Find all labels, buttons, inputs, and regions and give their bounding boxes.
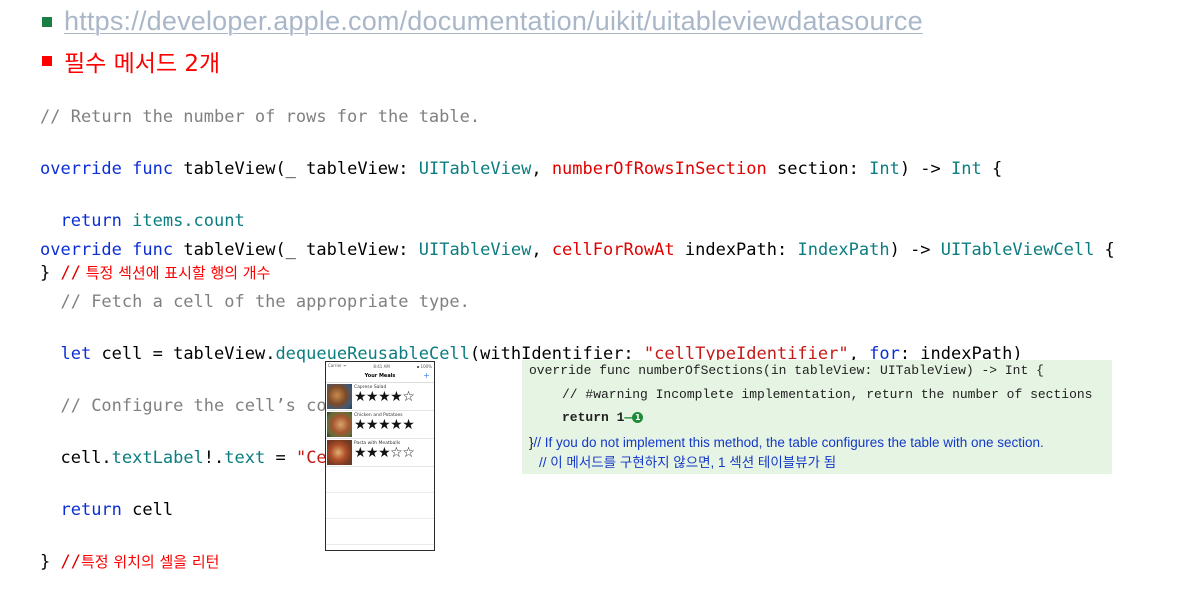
subtitle-row: 필수 메서드 2개 — [42, 44, 220, 78]
code-text: cell. — [60, 448, 112, 468]
green-bullet-icon — [42, 16, 52, 27]
panel-note-korean: // 이 메서드를 구현하지 않으면, 1 섹션 테이블뷰가 됨 — [539, 455, 837, 470]
empty-row — [326, 493, 434, 519]
code-text: indexPath: — [674, 240, 798, 260]
code-text: , — [531, 240, 552, 260]
code-type: UITableView — [418, 240, 532, 260]
code-text: = — [265, 448, 296, 468]
code-keyword: func — [132, 159, 174, 179]
code-text: ) -> — [899, 159, 952, 179]
documentation-link[interactable]: https://developer.apple.com/documentatio… — [64, 6, 923, 37]
panel-return-value: 1 — [608, 410, 625, 425]
code-keyword: override — [40, 159, 122, 179]
code-line: return cell — [40, 497, 1115, 523]
korean-note: 특정 위치의 셀을 리턴 — [80, 553, 220, 571]
status-bar: Carrier ᯤ 8:41 AM ▪ 100% — [326, 362, 434, 370]
code-comment-slashes: // — [50, 552, 81, 572]
code-parameter: numberOfRowsInSection — [551, 159, 767, 179]
add-icon[interactable]: + — [423, 370, 430, 382]
panel-dash: — — [624, 410, 633, 425]
code-keyword: override — [40, 240, 122, 260]
code-keyword: func — [132, 240, 174, 260]
empty-row — [326, 467, 434, 493]
reference-link-row: https://developer.apple.com/documentatio… — [42, 6, 923, 37]
code-text: { — [981, 159, 1003, 179]
code-type: Int — [869, 159, 900, 179]
code-comment: // Return the number of rows for the tab… — [40, 107, 481, 127]
code-property: textLabel — [111, 448, 204, 468]
panel-note-english: }// If you do not implement this method,… — [529, 435, 1044, 450]
clock-label: 8:41 AM — [373, 363, 390, 369]
code-type: IndexPath — [797, 240, 890, 260]
callout-marker-icon: 1 — [632, 412, 644, 423]
code-text: cell = tableView. — [91, 344, 276, 364]
panel-code-comment: // #warning Incomplete implementation, r… — [562, 387, 1093, 402]
code-text: section: — [766, 159, 870, 179]
list-item[interactable]: Caprese Salad ★★★★☆ — [326, 383, 434, 411]
number-of-sections-panel: override func numberOfSections(in tableV… — [522, 360, 1112, 474]
code-comment: // Fetch a cell of the appropriate type. — [60, 292, 470, 312]
panel-code-return: return 1— 1 — [562, 410, 644, 425]
code-brace: } — [40, 552, 51, 572]
code-line: } //특정 위치의 셀을 리턴 — [40, 549, 1115, 575]
code-text: { — [1094, 240, 1115, 260]
code-line: // Return the number of rows for the tab… — [40, 104, 1002, 130]
panel-code-signature: override func numberOfSections(in tableV… — [529, 363, 1044, 378]
code-text: !. — [203, 448, 225, 468]
meal-photo — [327, 412, 352, 437]
code-type: Int — [951, 159, 982, 179]
battery-icon: ▪ 100% — [416, 363, 432, 369]
panel-return-keyword: return — [562, 410, 609, 425]
code-type: UITableView — [418, 159, 532, 179]
code-keyword: return — [60, 500, 122, 520]
code-text: ) -> — [889, 240, 941, 260]
code-property: text — [224, 448, 266, 468]
code-text: tableView(_ tableView: — [173, 240, 419, 260]
code-type: UITableViewCell — [940, 240, 1095, 260]
code-text: tableView(_ tableView: — [173, 159, 419, 179]
list-item[interactable]: Pasta with Meatballs ★★★☆☆ — [326, 439, 434, 467]
red-bullet-icon — [42, 56, 52, 66]
code-line: override func tableView(_ tableView: UIT… — [40, 237, 1115, 263]
section-subtitle: 필수 메서드 2개 — [64, 51, 221, 77]
meal-photo — [327, 384, 352, 409]
empty-row — [326, 519, 434, 545]
panel-note-english-text: // If you do not implement this method, … — [533, 435, 1044, 450]
code-line: override func tableView(_ tableView: UIT… — [40, 156, 1002, 182]
rating-stars[interactable]: ★★★★★ — [354, 418, 415, 432]
code-text: cell — [121, 500, 174, 520]
nav-title: Your Meals — [364, 373, 396, 379]
code-line: // Fetch a cell of the appropriate type. — [40, 289, 1115, 315]
code-parameter: cellForRowAt — [551, 240, 675, 260]
list-item[interactable]: Chicken and Potatoes ★★★★★ — [326, 411, 434, 439]
carrier-label: Carrier ᯤ — [328, 363, 347, 368]
code-keyword: let — [60, 344, 92, 364]
iphone-table-view-mockup: Carrier ᯤ 8:41 AM ▪ 100% Your Meals + Ca… — [325, 361, 435, 551]
navigation-bar: Your Meals + — [326, 370, 434, 383]
rating-stars[interactable]: ★★★☆☆ — [354, 446, 415, 460]
rating-stars[interactable]: ★★★★☆ — [354, 390, 415, 404]
code-text: , — [531, 159, 552, 179]
meal-photo — [327, 440, 352, 465]
